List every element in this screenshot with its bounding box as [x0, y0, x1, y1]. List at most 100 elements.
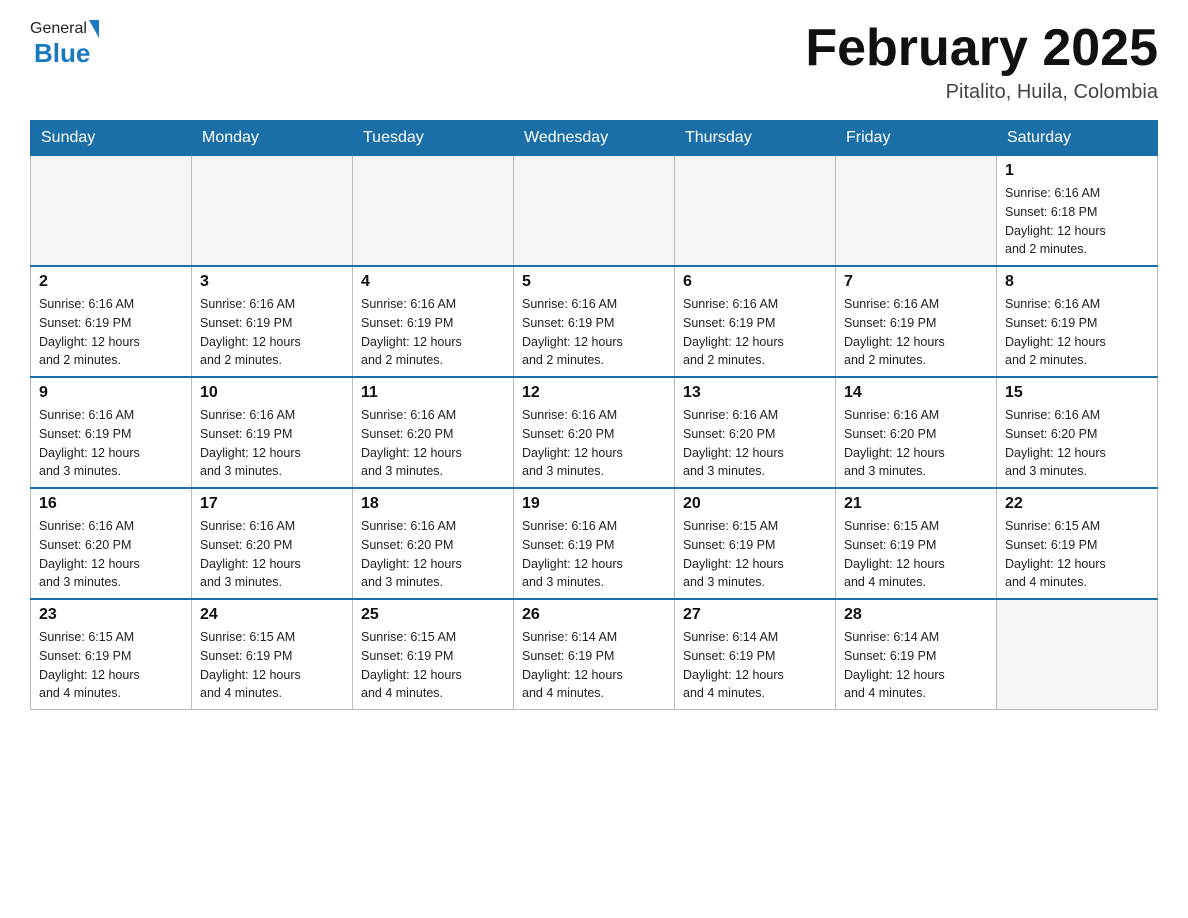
day-info: Sunrise: 6:16 AM Sunset: 6:19 PM Dayligh…	[39, 295, 183, 370]
day-number: 25	[361, 606, 505, 624]
day-number: 2	[39, 273, 183, 291]
day-of-week-header: Wednesday	[514, 121, 675, 156]
calendar-table: SundayMondayTuesdayWednesdayThursdayFrid…	[30, 120, 1158, 710]
day-of-week-header: Thursday	[675, 121, 836, 156]
day-of-week-header: Monday	[192, 121, 353, 156]
calendar-day-cell	[675, 156, 836, 267]
location-text: Pitalito, Huila, Colombia	[805, 81, 1158, 104]
day-info: Sunrise: 6:16 AM Sunset: 6:20 PM Dayligh…	[361, 406, 505, 481]
calendar-day-cell: 15 Sunrise: 6:16 AM Sunset: 6:20 PM Dayli…	[997, 377, 1158, 488]
day-info: Sunrise: 6:14 AM Sunset: 6:19 PM Dayligh…	[683, 628, 827, 703]
day-number: 4	[361, 273, 505, 291]
day-number: 11	[361, 384, 505, 402]
day-number: 21	[844, 495, 988, 513]
day-info: Sunrise: 6:16 AM Sunset: 6:19 PM Dayligh…	[39, 406, 183, 481]
calendar-week-row: 9 Sunrise: 6:16 AM Sunset: 6:19 PM Daylig…	[31, 377, 1158, 488]
calendar-week-row: 2 Sunrise: 6:16 AM Sunset: 6:19 PM Daylig…	[31, 266, 1158, 377]
day-number: 26	[522, 606, 666, 624]
day-number: 10	[200, 384, 344, 402]
calendar-day-cell: 6 Sunrise: 6:16 AM Sunset: 6:19 PM Daylig…	[675, 266, 836, 377]
logo-general-text: General	[30, 20, 87, 38]
day-info: Sunrise: 6:16 AM Sunset: 6:20 PM Dayligh…	[522, 406, 666, 481]
calendar-day-cell: 16 Sunrise: 6:16 AM Sunset: 6:20 PM Dayli…	[31, 488, 192, 599]
calendar-day-cell: 11 Sunrise: 6:16 AM Sunset: 6:20 PM Dayli…	[353, 377, 514, 488]
day-number: 16	[39, 495, 183, 513]
title-block: February 2025 Pitalito, Huila, Colombia	[805, 20, 1158, 104]
day-number: 5	[522, 273, 666, 291]
calendar-day-cell: 21Sunrise: 6:15 AM Sunset: 6:19 PM Dayli…	[836, 488, 997, 599]
day-number: 27	[683, 606, 827, 624]
calendar-day-cell: 2 Sunrise: 6:16 AM Sunset: 6:19 PM Daylig…	[31, 266, 192, 377]
day-info: Sunrise: 6:16 AM Sunset: 6:19 PM Dayligh…	[844, 295, 988, 370]
day-number: 28	[844, 606, 988, 624]
calendar-day-cell: 7 Sunrise: 6:16 AM Sunset: 6:19 PM Daylig…	[836, 266, 997, 377]
calendar-day-cell: 18Sunrise: 6:16 AM Sunset: 6:20 PM Dayli…	[353, 488, 514, 599]
logo-blue-text: Blue	[34, 38, 101, 69]
calendar-day-cell: 4 Sunrise: 6:16 AM Sunset: 6:19 PM Daylig…	[353, 266, 514, 377]
day-of-week-header: Friday	[836, 121, 997, 156]
day-info: Sunrise: 6:16 AM Sunset: 6:20 PM Dayligh…	[1005, 406, 1149, 481]
logo: General Blue	[30, 20, 101, 69]
day-info: Sunrise: 6:16 AM Sunset: 6:18 PM Dayligh…	[1005, 184, 1149, 259]
day-number: 7	[844, 273, 988, 291]
day-number: 17	[200, 495, 344, 513]
calendar-day-cell: 24 Sunrise: 6:15 AM Sunset: 6:19 PM Dayli…	[192, 599, 353, 710]
calendar-day-cell	[836, 156, 997, 267]
calendar-day-cell	[353, 156, 514, 267]
calendar-day-cell: 1 Sunrise: 6:16 AM Sunset: 6:18 PM Daylig…	[997, 156, 1158, 267]
day-info: Sunrise: 6:16 AM Sunset: 6:19 PM Dayligh…	[522, 295, 666, 370]
day-info: Sunrise: 6:16 AM Sunset: 6:20 PM Dayligh…	[683, 406, 827, 481]
day-info: Sunrise: 6:16 AM Sunset: 6:20 PM Dayligh…	[39, 517, 183, 592]
day-info: Sunrise: 6:15 AM Sunset: 6:19 PM Dayligh…	[200, 628, 344, 703]
day-number: 24	[200, 606, 344, 624]
calendar-header-row: SundayMondayTuesdayWednesdayThursdayFrid…	[31, 121, 1158, 156]
day-info: Sunrise: 6:16 AM Sunset: 6:19 PM Dayligh…	[200, 406, 344, 481]
calendar-day-cell: 12 Sunrise: 6:16 AM Sunset: 6:20 PM Dayli…	[514, 377, 675, 488]
calendar-day-cell: 10 Sunrise: 6:16 AM Sunset: 6:19 PM Dayli…	[192, 377, 353, 488]
month-title: February 2025	[805, 20, 1158, 77]
calendar-day-cell: 20 Sunrise: 6:15 AM Sunset: 6:19 PM Dayli…	[675, 488, 836, 599]
day-info: Sunrise: 6:16 AM Sunset: 6:20 PM Dayligh…	[200, 517, 344, 592]
calendar-day-cell: 25 Sunrise: 6:15 AM Sunset: 6:19 PM Dayli…	[353, 599, 514, 710]
day-number: 12	[522, 384, 666, 402]
day-info: Sunrise: 6:16 AM Sunset: 6:19 PM Dayligh…	[1005, 295, 1149, 370]
calendar-day-cell: 22 Sunrise: 6:15 AM Sunset: 6:19 PM Dayli…	[997, 488, 1158, 599]
calendar-day-cell: 23 Sunrise: 6:15 AM Sunset: 6:19 PM Dayli…	[31, 599, 192, 710]
day-number: 15	[1005, 384, 1149, 402]
day-info: Sunrise: 6:15 AM Sunset: 6:19 PM Dayligh…	[683, 517, 827, 592]
calendar-day-cell: 8Sunrise: 6:16 AM Sunset: 6:19 PM Daylig…	[997, 266, 1158, 377]
day-number: 3	[200, 273, 344, 291]
calendar-day-cell: 26 Sunrise: 6:14 AM Sunset: 6:19 PM Dayli…	[514, 599, 675, 710]
logo-arrow-icon	[89, 20, 99, 38]
day-number: 20	[683, 495, 827, 513]
calendar-day-cell: 17 Sunrise: 6:16 AM Sunset: 6:20 PM Dayli…	[192, 488, 353, 599]
day-of-week-header: Sunday	[31, 121, 192, 156]
day-number: 9	[39, 384, 183, 402]
day-info: Sunrise: 6:16 AM Sunset: 6:20 PM Dayligh…	[844, 406, 988, 481]
calendar-week-row: 1 Sunrise: 6:16 AM Sunset: 6:18 PM Daylig…	[31, 156, 1158, 267]
calendar-day-cell: 27 Sunrise: 6:14 AM Sunset: 6:19 PM Dayli…	[675, 599, 836, 710]
calendar-day-cell: 13 Sunrise: 6:16 AM Sunset: 6:20 PM Dayli…	[675, 377, 836, 488]
day-info: Sunrise: 6:16 AM Sunset: 6:19 PM Dayligh…	[522, 517, 666, 592]
calendar-day-cell	[514, 156, 675, 267]
day-number: 6	[683, 273, 827, 291]
day-info: Sunrise: 6:16 AM Sunset: 6:19 PM Dayligh…	[683, 295, 827, 370]
day-number: 13	[683, 384, 827, 402]
day-of-week-header: Saturday	[997, 121, 1158, 156]
calendar-day-cell	[997, 599, 1158, 710]
calendar-day-cell: 3Sunrise: 6:16 AM Sunset: 6:19 PM Daylig…	[192, 266, 353, 377]
day-number: 22	[1005, 495, 1149, 513]
day-info: Sunrise: 6:15 AM Sunset: 6:19 PM Dayligh…	[39, 628, 183, 703]
day-info: Sunrise: 6:15 AM Sunset: 6:19 PM Dayligh…	[1005, 517, 1149, 592]
calendar-day-cell	[31, 156, 192, 267]
day-info: Sunrise: 6:14 AM Sunset: 6:19 PM Dayligh…	[844, 628, 988, 703]
day-of-week-header: Tuesday	[353, 121, 514, 156]
day-number: 23	[39, 606, 183, 624]
day-number: 19	[522, 495, 666, 513]
day-number: 1	[1005, 162, 1149, 180]
day-info: Sunrise: 6:16 AM Sunset: 6:19 PM Dayligh…	[361, 295, 505, 370]
day-info: Sunrise: 6:14 AM Sunset: 6:19 PM Dayligh…	[522, 628, 666, 703]
day-info: Sunrise: 6:15 AM Sunset: 6:19 PM Dayligh…	[361, 628, 505, 703]
day-number: 14	[844, 384, 988, 402]
calendar-day-cell	[192, 156, 353, 267]
